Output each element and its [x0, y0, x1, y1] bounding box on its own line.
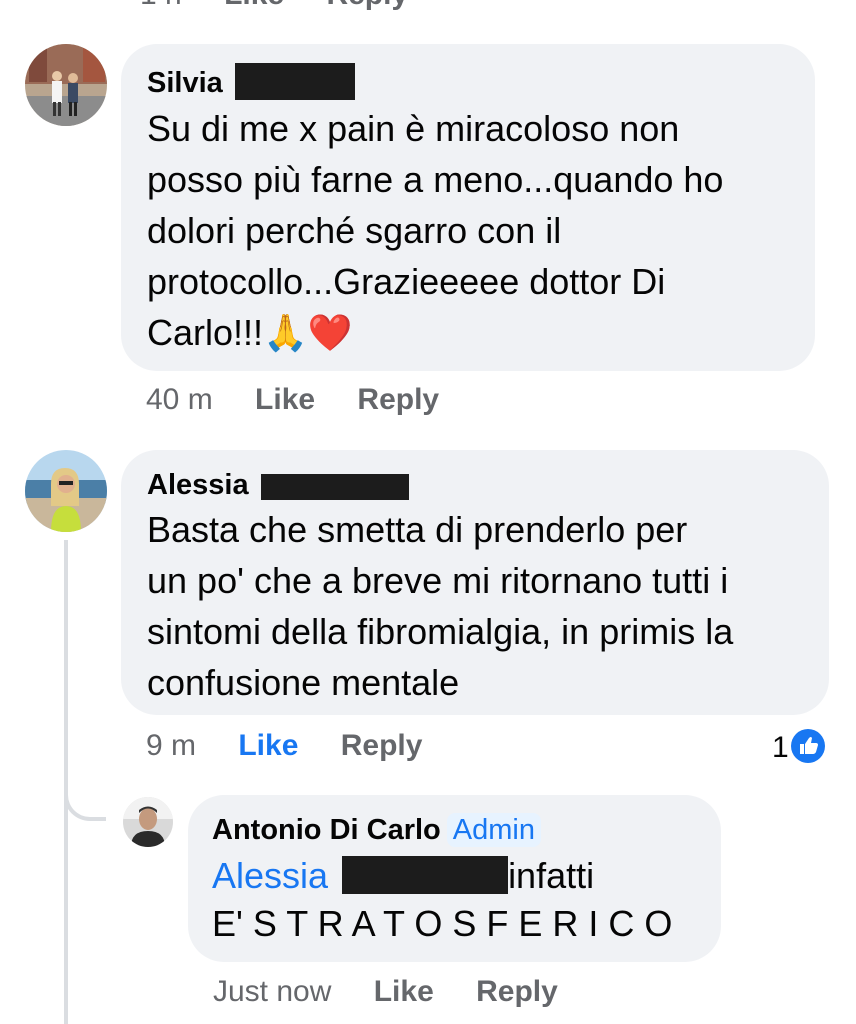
reaction-summary[interactable]: 1	[772, 729, 825, 765]
alessia-avatar-photo	[25, 450, 107, 532]
comment-bubble: Alessia Basta che smetta di prenderlo pe…	[121, 450, 829, 715]
antonio-avatar-photo	[123, 797, 173, 847]
redacted-surname	[260, 474, 409, 500]
comment-text: Su di me x pain è miracoloso non posso p…	[147, 108, 724, 353]
comment-actions: 9 m Like Reply	[146, 729, 422, 763]
previous-comment-actions: 1 h Like Reply	[140, 0, 442, 12]
previous-comment-time: 1 h	[140, 0, 182, 11]
comment-author[interactable]: Silvia	[147, 63, 789, 100]
comments-thread: 1 h Like Reply Silvia Su di me x pain è	[0, 0, 856, 1024]
reply-author[interactable]: Antonio Di Carlo Admin	[212, 813, 697, 847]
reply-button[interactable]: Reply	[357, 383, 439, 416]
avatar[interactable]	[25, 44, 107, 126]
mention-link[interactable]: Alessia	[212, 855, 328, 896]
admin-badge: Admin	[446, 813, 541, 847]
like-button[interactable]: Like	[374, 975, 434, 1008]
reply-button[interactable]: Reply	[476, 975, 558, 1008]
avatar[interactable]	[25, 450, 107, 532]
reply-bubble: Antonio Di Carlo Admin Alessia infatti E' …	[188, 795, 721, 962]
comment-bubble: Silvia Su di me x pain è miracoloso non …	[121, 44, 815, 371]
like-reaction-icon	[790, 729, 825, 763]
previous-reply-button[interactable]: Reply	[326, 0, 408, 11]
redacted-surname	[342, 856, 509, 894]
like-button[interactable]: Like	[255, 383, 315, 416]
reply-thread-connector	[64, 775, 106, 821]
comment-actions: 40 m Like Reply	[146, 383, 439, 417]
comment-time[interactable]: 9 m	[146, 729, 196, 762]
avatar[interactable]	[123, 797, 173, 847]
reply-text: Alessia infatti E' S T R A T O S F E R I …	[212, 855, 673, 944]
reaction-count: 1	[772, 731, 789, 764]
redacted-surname	[234, 63, 355, 100]
comment-author[interactable]: Alessia	[147, 468, 803, 502]
like-button[interactable]: Like	[238, 729, 298, 762]
reply-actions: Just now Like Reply	[213, 975, 558, 1009]
comment-time[interactable]: 40 m	[146, 383, 213, 416]
previous-like-button[interactable]: Like	[224, 0, 284, 11]
reply-button[interactable]: Reply	[341, 729, 423, 762]
silvia-avatar-photo	[25, 44, 107, 126]
reply-time[interactable]: Just now	[213, 975, 331, 1008]
comment-text: Basta che smetta di prenderlo per un po'…	[147, 509, 734, 703]
